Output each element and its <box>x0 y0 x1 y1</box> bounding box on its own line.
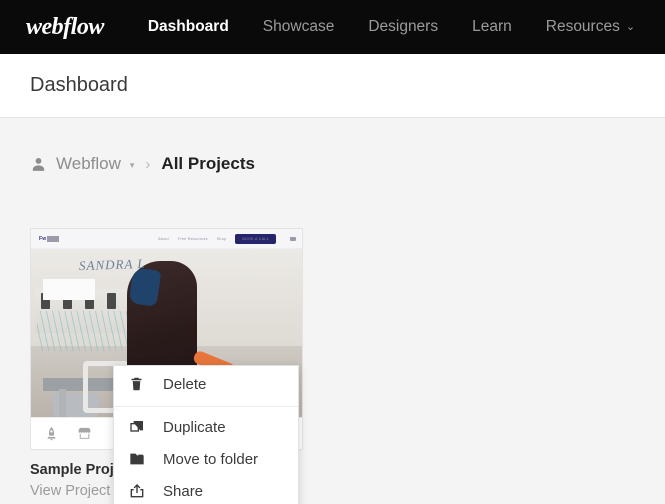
nav-link-dashboard[interactable]: Dashboard <box>131 19 246 35</box>
photo-cables <box>37 311 129 351</box>
nav-link-learn[interactable]: Learn <box>455 19 529 35</box>
thumbnail-cta-button: BOOK A CALL <box>235 233 276 244</box>
thumbnail-site-logo: Fwxxxx <box>39 235 60 242</box>
main-content: Webflow ▾ › All Projects Fwxxxx About Fr… <box>0 140 665 504</box>
duplicate-icon <box>129 419 149 435</box>
thumbnail-nav-about: About <box>158 236 169 241</box>
photo-white-block <box>43 279 95 300</box>
menu-item-move-to-folder-label: Move to folder <box>163 450 259 468</box>
view-project-link[interactable]: View Project <box>30 483 110 499</box>
chevron-down-icon: ⌄ <box>625 21 636 34</box>
caret-down-icon: ▾ <box>129 159 135 170</box>
menu-separator <box>114 406 298 407</box>
person-icon <box>30 156 56 173</box>
nav-link-showcase[interactable]: Showcase <box>246 19 352 35</box>
store-icon[interactable] <box>76 426 93 441</box>
menu-item-duplicate[interactable]: Duplicate <box>114 411 298 443</box>
page-title-band: Dashboard <box>0 54 665 118</box>
thumbnail-menu-icon <box>290 236 296 241</box>
photo-desk-leg-left <box>59 389 66 417</box>
thumbnail-nav-free-resources: Free Resources <box>177 236 208 241</box>
folder-icon <box>129 451 149 467</box>
trash-icon <box>129 376 149 392</box>
breadcrumb-current: All Projects <box>161 154 255 173</box>
publish-rocket-icon[interactable] <box>44 426 59 441</box>
app-root: webflow Dashboard Showcase Designers Lea… <box>0 0 665 504</box>
menu-item-move-to-folder[interactable]: Move to folder <box>114 443 298 475</box>
breadcrumb-workspace[interactable]: Webflow ▾ <box>30 154 134 174</box>
menu-item-delete[interactable]: Delete <box>114 366 298 402</box>
thumbnail-nav-shop: Shop <box>216 236 227 241</box>
nav-link-designers[interactable]: Designers <box>351 19 455 35</box>
menu-item-delete-label: Delete <box>163 375 207 393</box>
thumbnail-site-header: Fwxxxx About Free Resources Shop BOOK A … <box>31 229 302 249</box>
thumbnail-headline: SANDRA L <box>78 255 146 274</box>
project-context-menu: Delete Duplicate Move to folder Share <box>113 365 299 504</box>
share-icon <box>129 483 149 499</box>
webflow-logo[interactable]: webflow <box>26 15 104 39</box>
page-title: Dashboard <box>30 74 128 96</box>
breadcrumb-workspace-label: Webflow <box>56 154 121 173</box>
thumbnail-site-nav: About Free Resources Shop BOOK A CALL <box>158 233 296 244</box>
top-navigation-bar: webflow Dashboard Showcase Designers Lea… <box>0 0 665 54</box>
nav-link-resources-label: Resources <box>545 18 620 36</box>
breadcrumb: Webflow ▾ › All Projects <box>30 140 635 186</box>
menu-item-duplicate-label: Duplicate <box>163 418 226 436</box>
breadcrumb-separator-icon: › <box>145 155 151 173</box>
nav-links: Dashboard Showcase Designers Learn Resou… <box>131 19 652 35</box>
menu-item-share[interactable]: Share <box>114 475 298 504</box>
menu-item-share-label: Share <box>163 482 204 500</box>
nav-link-resources[interactable]: Resources ⌄ <box>529 19 652 35</box>
